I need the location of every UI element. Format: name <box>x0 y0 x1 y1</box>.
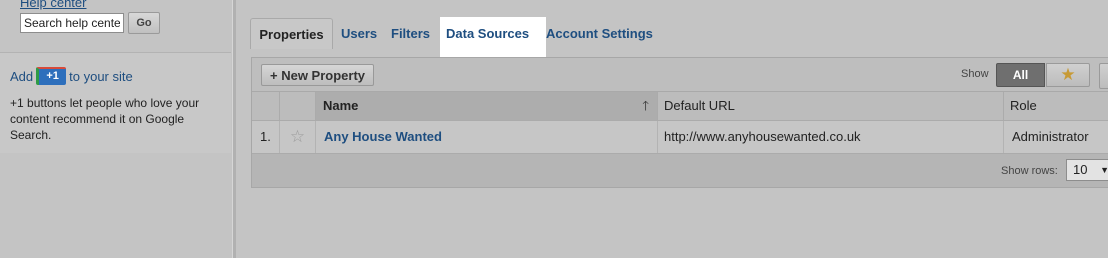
tab-properties[interactable]: Properties <box>250 18 333 49</box>
plus-one-promo: Add +1 to your site +1 buttons let people … <box>0 53 231 153</box>
plus-one-description: +1 buttons let people who love your cont… <box>10 96 200 142</box>
show-all-button[interactable]: All <box>996 63 1045 87</box>
tab-filters[interactable]: Filters <box>391 17 430 57</box>
help-center-link[interactable]: Help center <box>20 0 86 10</box>
column-header-role[interactable]: Role <box>1004 92 1108 120</box>
table-toolbar: + New Property Show All ★ <box>252 58 1108 92</box>
star-icon: ★ <box>1060 65 1076 84</box>
plus-one-suffix: to your site <box>69 69 133 84</box>
tab-bar: Properties Users Filters Data Sources Ac… <box>250 17 1108 58</box>
column-header-default-url[interactable]: Default URL <box>658 92 1004 120</box>
property-name-link[interactable]: Any House Wanted <box>316 121 658 153</box>
show-label: Show <box>961 68 989 80</box>
header-index-cell <box>252 92 280 120</box>
arrow-up-icon: 🡑 <box>642 98 649 113</box>
plus-one-icon: +1 <box>36 67 67 86</box>
show-rows-label: Show rows: <box>1001 165 1058 177</box>
show-rows-select[interactable]: 10 ▼ <box>1066 159 1108 181</box>
table-header: Name 🡑 Default URL Role <box>252 92 1108 121</box>
star-icon[interactable]: ☆ <box>280 121 316 153</box>
show-rows-value: 10 <box>1073 162 1088 177</box>
toolbar-extra-button[interactable] <box>1099 63 1108 89</box>
property-role: Administrator <box>1012 129 1089 144</box>
plus-one-link[interactable]: Add +1 to your site <box>10 67 133 86</box>
new-property-button[interactable]: + New Property <box>261 64 375 86</box>
go-button[interactable]: Go <box>128 12 160 34</box>
tab-account-settings[interactable]: Account Settings <box>546 17 653 57</box>
show-starred-button[interactable]: ★ <box>1046 63 1090 87</box>
table-footer: Show rows: 10 ▼ <box>252 154 1108 187</box>
plus-one-prefix: Add <box>10 69 34 84</box>
tab-users[interactable]: Users <box>341 17 377 57</box>
sidebar: Help center Go Add+1to your site +1 butt… <box>0 0 231 258</box>
properties-panel: + New Property Show All ★ Name 🡑 Default… <box>251 57 1108 188</box>
row-index: 1. <box>252 121 280 153</box>
table-row: 1. ☆ Any House Wanted http://www.anyhous… <box>252 121 1108 154</box>
search-help-input[interactable] <box>20 13 124 33</box>
property-url: http://www.anyhousewanted.co.uk <box>658 121 1004 153</box>
page: Help center Go Add+1to your site +1 butt… <box>0 0 1108 258</box>
chevron-down-icon: ▼ <box>1100 165 1108 175</box>
column-divider[interactable] <box>232 0 236 258</box>
column-header-name[interactable]: Name 🡑 <box>316 92 658 120</box>
tab-data-sources[interactable]: Data Sources <box>440 17 546 58</box>
column-header-name-label: Name <box>323 98 359 113</box>
header-star-cell <box>280 92 316 120</box>
